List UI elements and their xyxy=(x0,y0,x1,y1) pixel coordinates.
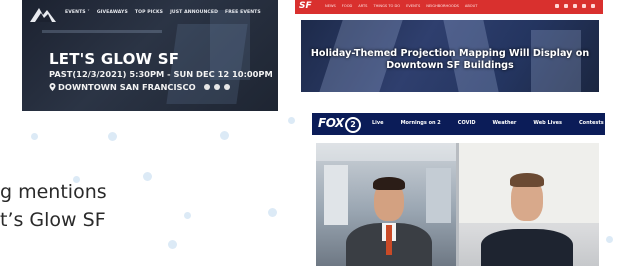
nav-item-giveaways[interactable]: GIVEAWAYS xyxy=(97,10,128,15)
social-icon[interactable] xyxy=(591,4,595,8)
decorative-dot xyxy=(268,208,277,217)
sfist-nav-link[interactable]: NEWS xyxy=(325,4,336,8)
event-location: DOWNTOWN SAN FRANCISCO xyxy=(49,82,230,92)
fox2-nav-bar: FOX 2 Live Mornings on 2 COVID Weather We… xyxy=(312,113,605,135)
social-icon[interactable] xyxy=(555,4,559,8)
social-icon[interactable] xyxy=(573,4,577,8)
article-headline[interactable]: Holiday-Themed Projection Mapping Will D… xyxy=(301,48,599,72)
social-icons xyxy=(555,4,595,8)
share-icon[interactable] xyxy=(223,84,230,90)
sfist-nav-link[interactable]: ARTS xyxy=(358,4,367,8)
video-pane-anchor xyxy=(316,143,456,266)
map-pin-icon xyxy=(49,83,56,91)
nav-item-free-events[interactable]: FREE EVENTS xyxy=(225,10,261,15)
site-logo-icon[interactable] xyxy=(30,6,56,22)
social-icon[interactable] xyxy=(564,4,568,8)
sfist-nav-link[interactable]: THINGS TO DO xyxy=(373,4,400,8)
share-icon[interactable] xyxy=(213,84,220,90)
nav-item-events[interactable]: EVENTS ˅ xyxy=(65,10,90,15)
event-title: LET'S GLOW SF xyxy=(49,50,180,68)
fox2-nav-weather[interactable]: Weather xyxy=(492,120,516,126)
fox2-nav-live[interactable]: Live xyxy=(372,120,384,126)
decorative-dot xyxy=(31,133,38,140)
event-site-nav: EVENTS ˅ GIVEAWAYS TOP PICKS JUST ANNOUN… xyxy=(65,10,261,15)
event-listing-screenshot: EVENTS ˅ GIVEAWAYS TOP PICKS JUST ANNOUN… xyxy=(22,0,278,111)
video-pane-guest xyxy=(459,143,599,266)
fox2-video-screenshot: FOX 2 Live Mornings on 2 COVID Weather We… xyxy=(312,113,605,268)
fox2-logo[interactable]: FOX 2 xyxy=(318,116,361,133)
event-location-text: DOWNTOWN SAN FRANCISCO xyxy=(58,82,196,92)
sfist-top-bar: SF NEWS FOOD ARTS THINGS TO DO EVENTS NE… xyxy=(295,0,603,14)
sfist-nav-link[interactable]: ABOUT xyxy=(465,4,478,8)
fox2-nav-covid[interactable]: COVID xyxy=(458,120,476,126)
nav-item-top-picks[interactable]: TOP PICKS xyxy=(135,10,163,15)
video-player[interactable] xyxy=(316,143,599,266)
share-icon[interactable] xyxy=(203,84,210,90)
social-icon[interactable] xyxy=(582,4,586,8)
decorative-dot xyxy=(606,236,613,243)
nav-item-just-announced[interactable]: JUST ANNOUNCED xyxy=(170,10,218,15)
decorative-dot xyxy=(184,212,191,219)
sfist-nav-link[interactable]: FOOD xyxy=(342,4,353,8)
sfist-logo[interactable]: SF xyxy=(299,1,312,11)
sfist-article-screenshot: SF NEWS FOOD ARTS THINGS TO DO EVENTS NE… xyxy=(295,0,603,96)
sfist-nav: NEWS FOOD ARTS THINGS TO DO EVENTS NEIGH… xyxy=(325,4,477,8)
share-icons xyxy=(203,84,230,90)
event-date: PAST(12/3/2021) 5:30PM - SUN DEC 12 10:0… xyxy=(49,69,273,79)
decorative-dot xyxy=(220,131,229,140)
article-hero-image: Holiday-Themed Projection Mapping Will D… xyxy=(301,20,599,92)
caption-line-1: g mentions xyxy=(0,181,107,203)
fox2-nav-contests[interactable]: Contests xyxy=(579,120,604,126)
decorative-dot xyxy=(288,117,295,124)
decorative-dot xyxy=(168,240,177,249)
sfist-nav-link[interactable]: NEIGHBORHOODS xyxy=(426,4,459,8)
fox2-nav-web-lives[interactable]: Web Lives xyxy=(533,120,562,126)
decorative-dot xyxy=(108,132,117,141)
fox2-nav: Live Mornings on 2 COVID Weather Web Liv… xyxy=(372,120,604,126)
sfist-nav-link[interactable]: EVENTS xyxy=(406,4,420,8)
caption-line-2: t’s Glow SF xyxy=(0,209,106,231)
fox2-nav-mornings[interactable]: Mornings on 2 xyxy=(401,120,441,126)
caption-text: g mentions t’s Glow SF xyxy=(0,178,160,234)
